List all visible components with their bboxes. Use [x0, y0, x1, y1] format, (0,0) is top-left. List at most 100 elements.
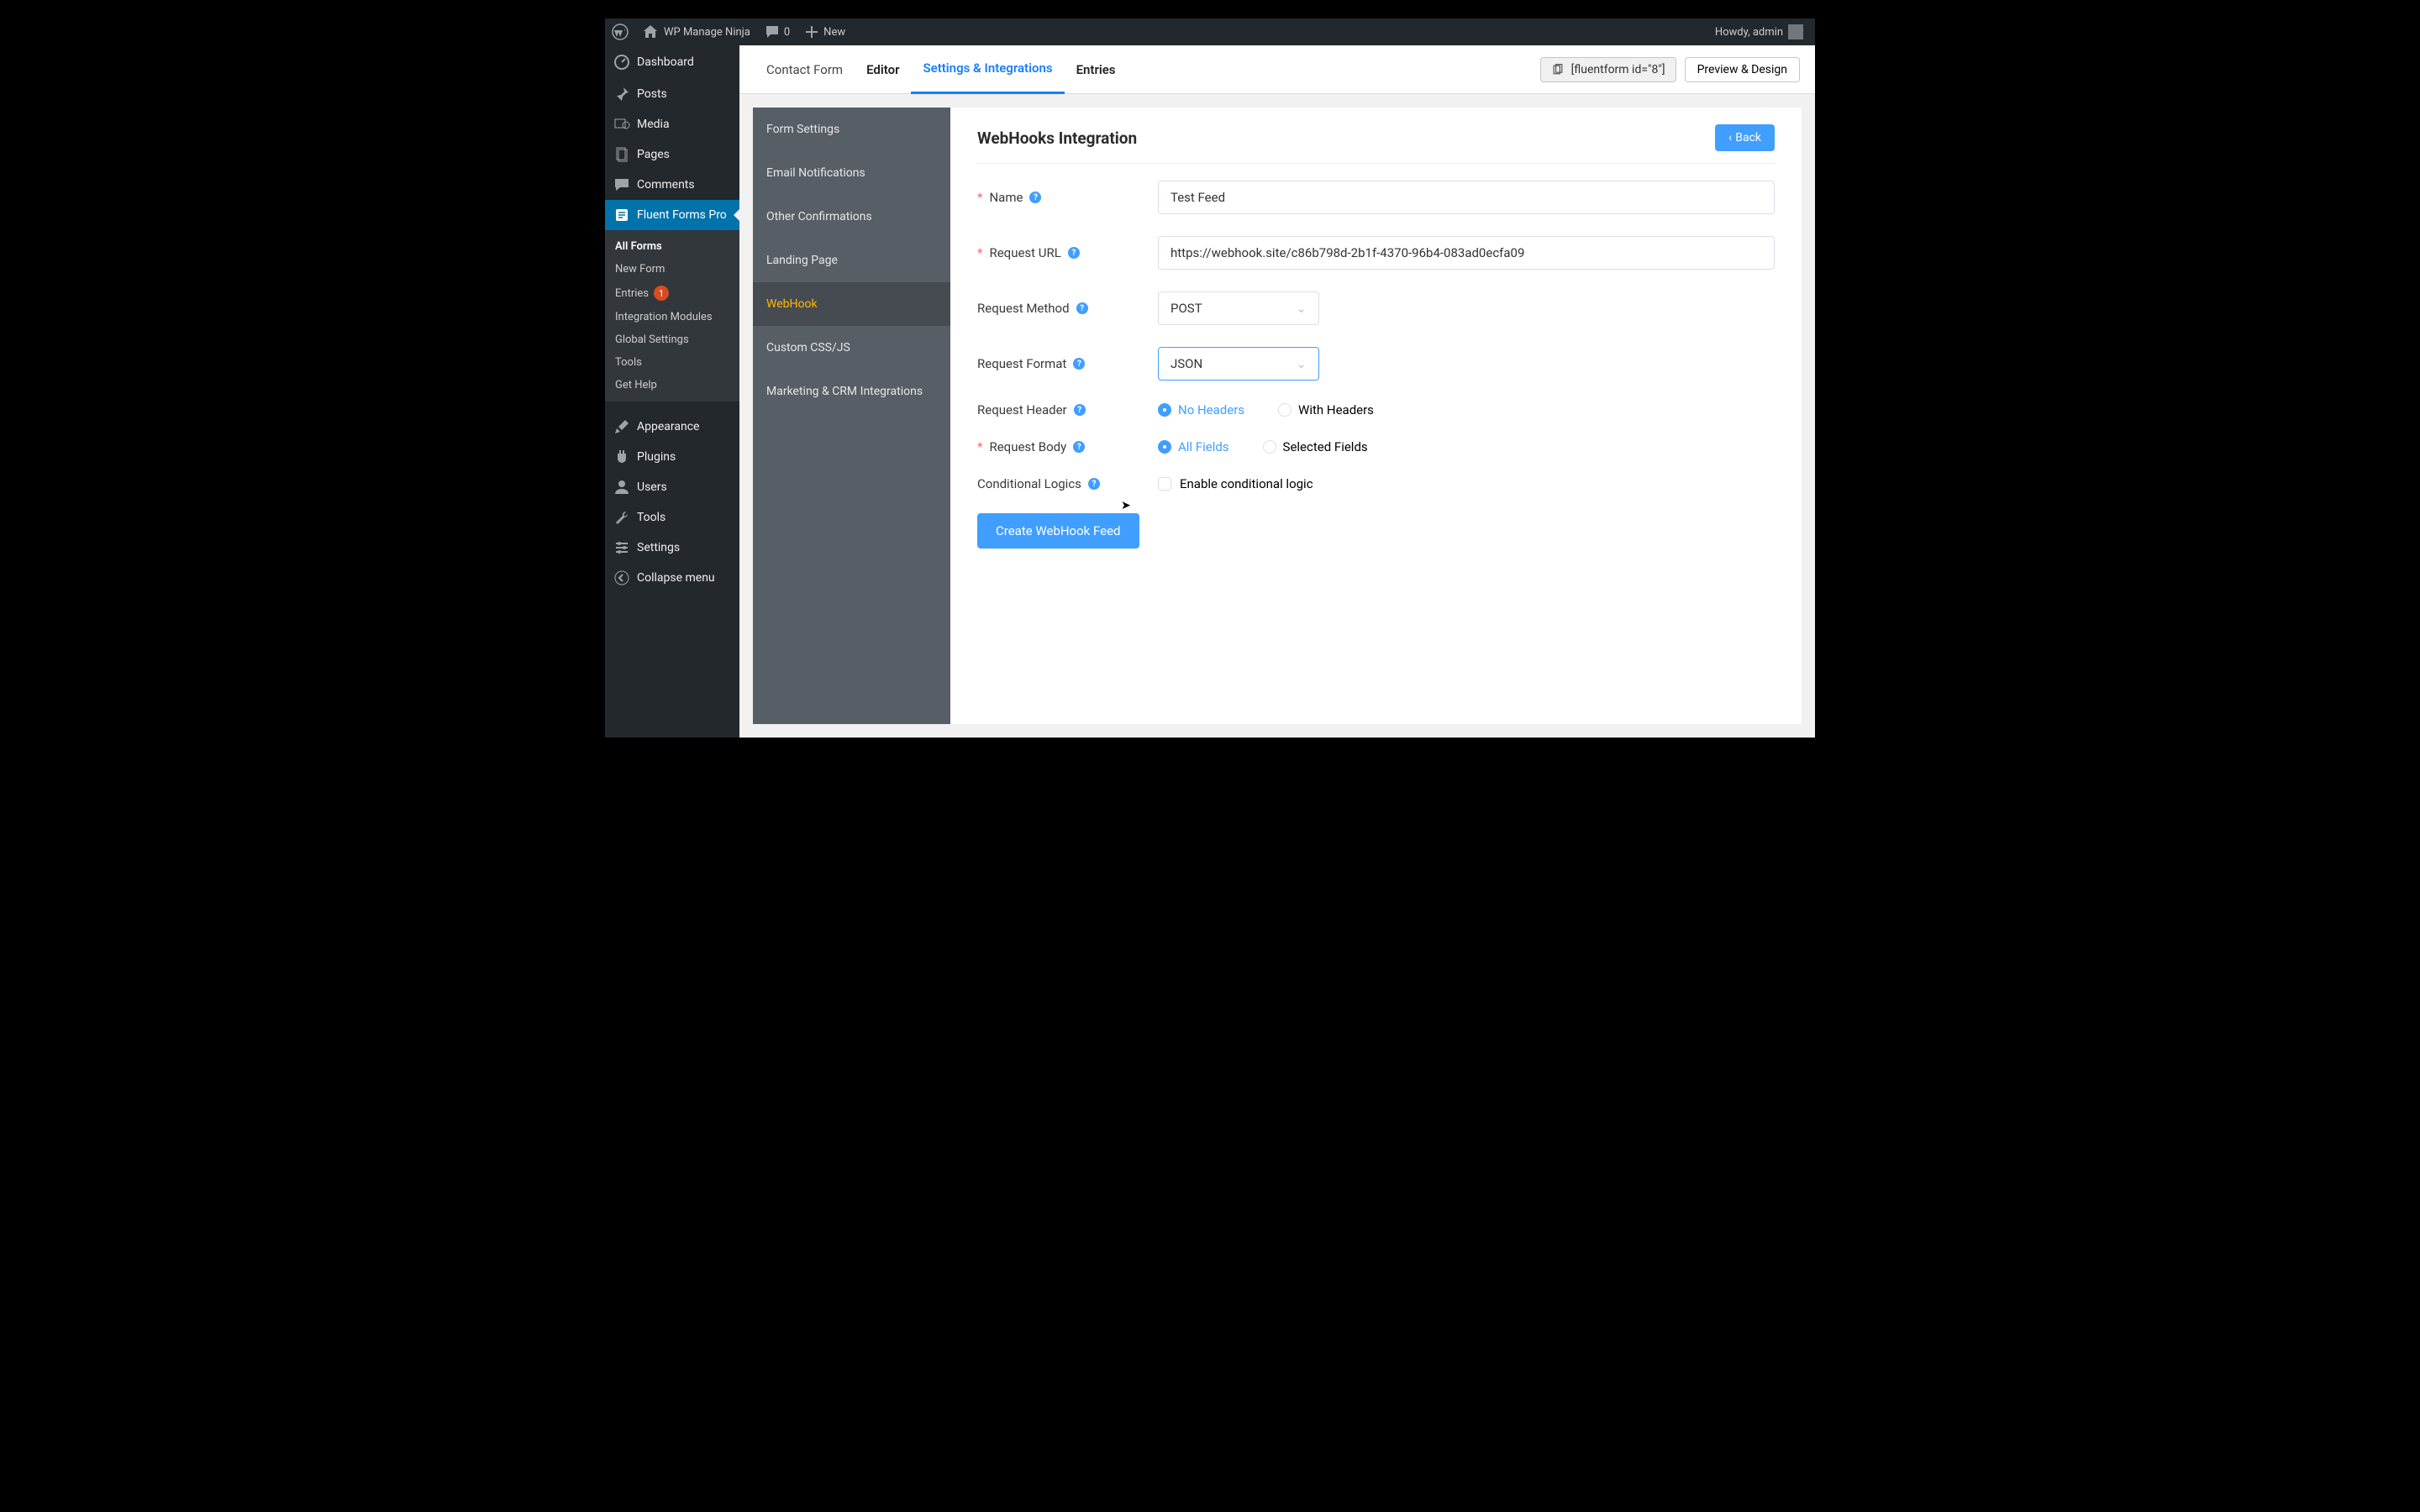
sidebar-item-label: Appearance [637, 420, 699, 433]
info-icon[interactable]: ? [1029, 192, 1041, 203]
checkbox-enable-conditional[interactable]: Enable conditional logic [1158, 476, 1775, 491]
sidebar-collapse[interactable]: Collapse menu [605, 563, 739, 593]
shortcode-copy[interactable]: [fluentform id="8"] [1540, 57, 1676, 82]
snav-custom-css-js[interactable]: Custom CSS/JS [753, 326, 950, 370]
sidebar-item-label: Fluent Forms Pro [637, 208, 727, 222]
sidebar-item-fluent-forms[interactable]: Fluent Forms Pro [605, 200, 739, 230]
label-request-method: Request Method? [977, 301, 1158, 316]
settings-subnav: Form Settings Email Notifications Other … [753, 108, 950, 724]
sidebar-item-label: Comments [637, 178, 695, 192]
request-url-input[interactable] [1158, 236, 1775, 270]
info-icon[interactable]: ? [1068, 247, 1080, 259]
wrench-icon [613, 509, 630, 526]
radio-indicator [1158, 403, 1171, 417]
preview-design-button[interactable]: Preview & Design [1685, 57, 1800, 82]
media-icon [613, 116, 630, 133]
comment-icon [613, 176, 630, 193]
sublink-global-settings[interactable]: Global Settings [605, 328, 739, 351]
sidebar-item-appearance[interactable]: Appearance [605, 412, 739, 442]
request-format-select[interactable]: JSON ⌄ [1158, 347, 1319, 381]
sublink-new-form[interactable]: New Form [605, 258, 739, 281]
comments-link[interactable]: 0 [757, 18, 797, 45]
checkbox-indicator [1158, 477, 1171, 491]
sidebar-item-label: Media [637, 118, 670, 131]
chevron-left-icon: ‹ [1728, 131, 1732, 144]
new-content-link[interactable]: New [797, 18, 852, 45]
form-icon [613, 207, 630, 223]
chevron-down-icon: ⌄ [1296, 356, 1307, 371]
wp-logo[interactable] [605, 18, 635, 45]
sidebar-item-label: Plugins [637, 450, 676, 464]
sublink-integration-modules[interactable]: Integration Modules [605, 306, 739, 328]
wp-admin-bar: WP Manage Ninja 0 New Howdy, admin [605, 18, 1815, 45]
webhook-panel: WebHooks Integration ‹ Back *Name? *Requ… [950, 108, 1802, 724]
sidebar-item-media[interactable]: Media [605, 109, 739, 139]
plugin-icon [613, 449, 630, 465]
snav-landing-page[interactable]: Landing Page [753, 239, 950, 282]
sidebar-item-settings[interactable]: Settings [605, 533, 739, 563]
sidebar-item-posts[interactable]: Posts [605, 79, 739, 109]
home-icon [642, 24, 659, 40]
sidebar-item-comments[interactable]: Comments [605, 170, 739, 200]
sidebar-item-pages[interactable]: Pages [605, 139, 739, 170]
site-name: WP Manage Ninja [664, 26, 750, 39]
sublink-get-help[interactable]: Get Help [605, 374, 739, 396]
entries-badge: 1 [654, 286, 669, 301]
collapse-icon [613, 570, 630, 586]
label-request-format: Request Format? [977, 356, 1158, 371]
snav-other-confirmations[interactable]: Other Confirmations [753, 195, 950, 239]
sidebar-item-tools[interactable]: Tools [605, 502, 739, 533]
sliders-icon [613, 539, 630, 556]
sublink-tools[interactable]: Tools [605, 351, 739, 374]
back-button[interactable]: ‹ Back [1715, 124, 1775, 151]
site-home-link[interactable]: WP Manage Ninja [635, 18, 757, 45]
snav-email-notifications[interactable]: Email Notifications [753, 151, 950, 195]
radio-indicator [1263, 440, 1276, 454]
tab-settings-integrations[interactable]: Settings & Integrations [911, 45, 1064, 94]
form-tabs: Contact Form Editor Settings & Integrati… [739, 45, 1815, 94]
user-icon [613, 479, 630, 496]
sidebar-item-dashboard[interactable]: Dashboard [605, 45, 739, 79]
radio-indicator [1278, 403, 1292, 417]
tab-contact-form[interactable]: Contact Form [755, 45, 855, 94]
sidebar-item-label: Dashboard [637, 55, 694, 69]
copy-icon [1551, 63, 1565, 76]
radio-all-fields[interactable]: All Fields [1158, 439, 1229, 454]
radio-selected-fields[interactable]: Selected Fields [1263, 439, 1368, 454]
pages-icon [613, 146, 630, 163]
sidebar-item-label: Pages [637, 148, 670, 161]
sidebar-item-label: Settings [637, 541, 680, 554]
info-icon[interactable]: ? [1073, 441, 1085, 453]
radio-with-headers[interactable]: With Headers [1278, 402, 1374, 417]
info-icon[interactable]: ? [1074, 404, 1086, 416]
create-webhook-feed-button[interactable]: Create WebHook Feed [977, 513, 1139, 549]
sidebar-item-users[interactable]: Users [605, 472, 739, 502]
dashboard-icon [613, 54, 630, 71]
radio-no-headers[interactable]: No Headers [1158, 402, 1244, 417]
panel-title: WebHooks Integration [977, 129, 1137, 148]
info-icon[interactable]: ? [1076, 302, 1088, 314]
tab-entries[interactable]: Entries [1065, 45, 1128, 94]
sidebar-item-label: Users [637, 480, 667, 494]
new-label: New [823, 26, 845, 39]
sublink-entries[interactable]: Entries1 [605, 281, 739, 306]
sidebar-item-label: Collapse menu [637, 571, 715, 585]
snav-marketing-crm[interactable]: Marketing & CRM Integrations [753, 370, 950, 413]
snav-form-settings[interactable]: Form Settings [753, 108, 950, 151]
account-link[interactable]: Howdy, admin [1708, 18, 1810, 45]
info-icon[interactable]: ? [1073, 358, 1085, 370]
info-icon[interactable]: ? [1088, 478, 1100, 490]
comment-icon [764, 24, 781, 40]
label-request-header: Request Header? [977, 402, 1158, 417]
admin-sidebar: Dashboard Posts Media Pages Comments Flu… [605, 45, 739, 738]
label-conditional-logics: Conditional Logics? [977, 476, 1158, 491]
sidebar-item-plugins[interactable]: Plugins [605, 442, 739, 472]
label-request-body: *Request Body? [977, 439, 1158, 454]
plus-icon [803, 24, 820, 40]
tab-editor[interactable]: Editor [855, 45, 911, 94]
request-method-select[interactable]: POST ⌄ [1158, 291, 1319, 325]
name-input[interactable] [1158, 181, 1775, 214]
sublink-all-forms[interactable]: All Forms [605, 235, 739, 258]
snav-webhook[interactable]: WebHook [753, 282, 950, 326]
sidebar-item-label: Posts [637, 87, 667, 101]
